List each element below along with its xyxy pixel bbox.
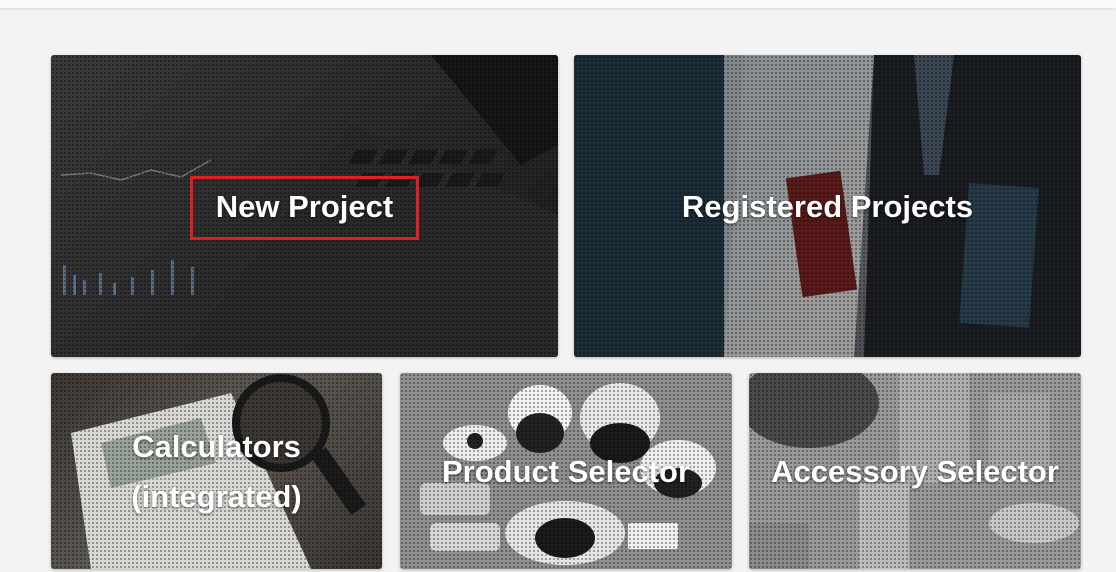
calculators-label-line1: Calculators	[132, 429, 301, 464]
dot-overlay	[51, 373, 382, 569]
accessory-selector-label: Accessory Selector	[771, 454, 1059, 489]
registered-projects-label: Registered Projects	[681, 189, 974, 224]
product-selector-tile[interactable]: Product Selector	[400, 373, 732, 569]
calculators-label-line2: (integrated)	[131, 479, 302, 514]
top-bar	[0, 0, 1116, 8]
calculators-tile[interactable]: Calculators (integrated)	[51, 373, 382, 569]
highlight-box	[190, 176, 419, 240]
registered-projects-tile[interactable]: Registered Projects	[574, 55, 1081, 357]
product-selector-label: Product Selector	[441, 454, 691, 489]
accessory-selector-tile[interactable]: Accessory Selector	[749, 373, 1081, 569]
